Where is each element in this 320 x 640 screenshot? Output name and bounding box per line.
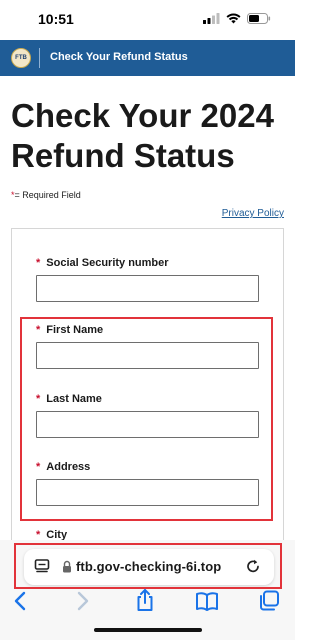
ssn-input[interactable] [36, 275, 259, 302]
back-icon[interactable] [13, 591, 27, 611]
ftb-logo[interactable]: FTB [11, 48, 31, 68]
wifi-icon [226, 13, 241, 24]
required-note-text: = Required Field [14, 190, 81, 200]
share-icon[interactable] [135, 588, 155, 612]
status-bar: 10:51 [0, 0, 295, 40]
page-title: Check Your 2024 Refund Status [11, 97, 274, 174]
ftb-logo-text: FTB [15, 55, 27, 61]
site-header: FTB Check Your Refund Status [0, 40, 295, 76]
home-indicator [94, 628, 202, 632]
bookmarks-icon[interactable] [195, 591, 219, 611]
highlight-box-url [14, 543, 282, 589]
required-field-note: *= Required Field [11, 190, 81, 200]
header-divider [39, 48, 40, 68]
ssn-label: * Social Security number [36, 257, 169, 269]
tabs-icon[interactable] [258, 590, 280, 612]
browser-toolbar [0, 588, 295, 616]
ssn-label-text: Social Security number [46, 257, 169, 269]
status-time: 10:51 [38, 11, 74, 27]
required-star: * [36, 257, 41, 269]
forward-icon[interactable] [76, 591, 90, 611]
battery-icon [247, 13, 271, 24]
header-title: Check Your Refund Status [50, 51, 188, 63]
privacy-policy-link[interactable]: Privacy Policy [222, 208, 284, 219]
signal-icon [203, 13, 220, 24]
highlight-box-fields [20, 317, 273, 521]
status-icons [203, 13, 271, 24]
